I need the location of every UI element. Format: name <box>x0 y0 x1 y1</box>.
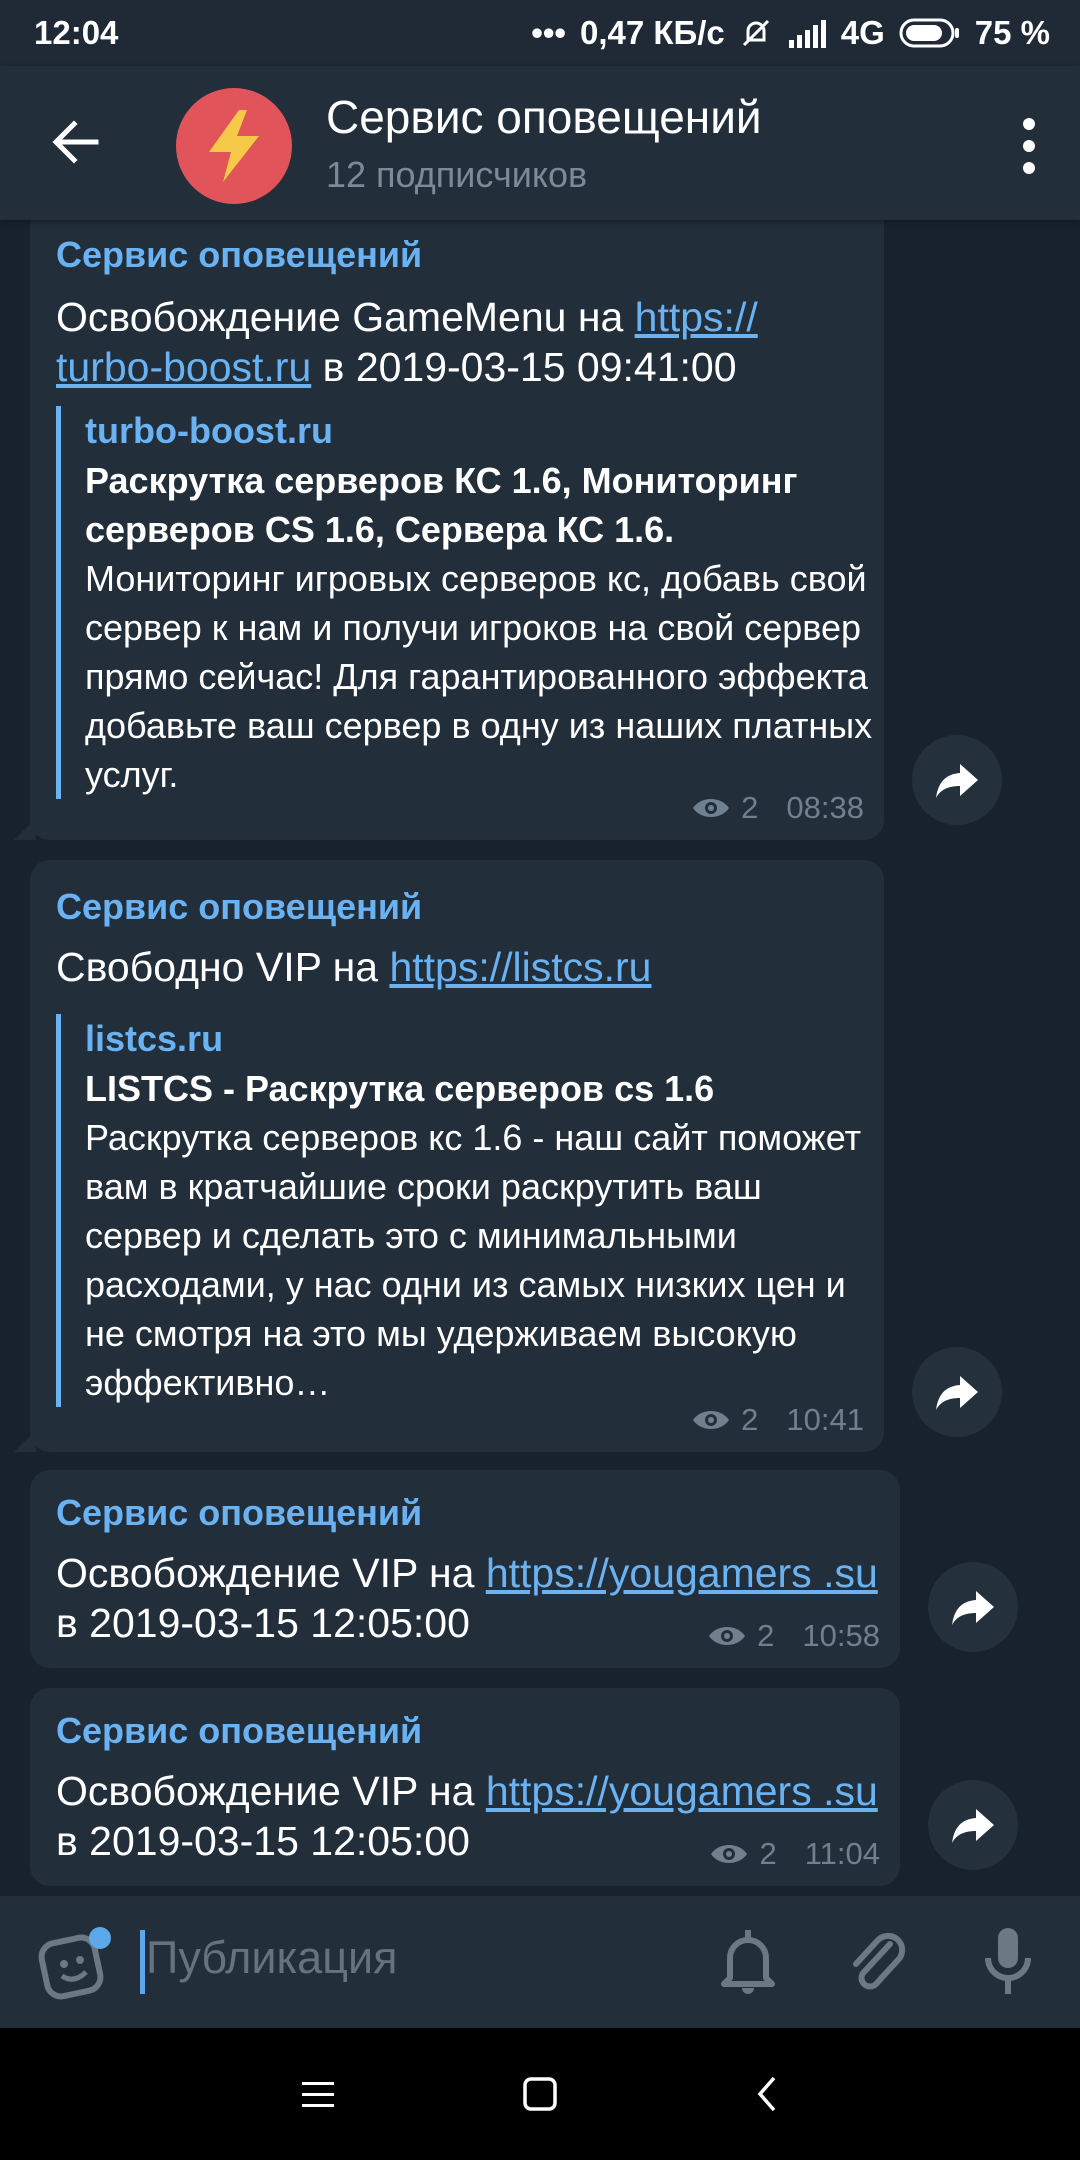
message-sender: Сервис оповещений <box>56 1492 423 1533</box>
message-time: 10:41 <box>786 1402 864 1437</box>
preview-site: listcs.ru <box>85 1018 224 1059</box>
message-bubble[interactable]: Сервис оповещений Освобождение VIP на ht… <box>30 1688 900 1886</box>
message-meta: 2 10:58 <box>707 1618 880 1654</box>
message-text: Освобождение GameMenu на https:// turbo-… <box>56 292 866 392</box>
square-icon[interactable] <box>520 2074 560 2114</box>
message-link[interactable]: https://listcs.ru <box>389 944 651 990</box>
paperclip-icon[interactable] <box>846 1926 910 1998</box>
system-nav-bar <box>0 2028 1080 2160</box>
forward-button[interactable] <box>928 1780 1018 1870</box>
channel-title[interactable]: Сервис оповещений <box>326 90 762 144</box>
forward-button[interactable] <box>912 735 1002 825</box>
view-count: 2 <box>759 1836 777 1871</box>
battery-icon <box>899 18 959 48</box>
message-text-part: Освобождение GameMenu на <box>56 294 635 340</box>
share-arrow-icon <box>952 1591 994 1625</box>
preview-title: Раскрутка серверов КС 1.6, Мониторинг се… <box>85 460 798 550</box>
link-preview[interactable]: turbo-boost.ru Раскрутка серверов КС 1.6… <box>56 406 875 799</box>
share-arrow-icon <box>952 1809 994 1843</box>
subscriber-count: 12 подписчиков <box>326 154 588 195</box>
chevron-left-icon[interactable] <box>748 2074 788 2114</box>
sticker-icon <box>38 1927 111 2000</box>
preview-description: Раскрутка серверов кс 1.6 - наш сайт пом… <box>85 1117 862 1403</box>
forward-button[interactable] <box>912 1347 1002 1437</box>
view-count: 2 <box>741 790 759 825</box>
eye-icon <box>711 1845 748 1863</box>
message-time: 11:04 <box>804 1836 880 1871</box>
message-sender: Сервис оповещений <box>56 886 423 927</box>
forward-button[interactable] <box>928 1562 1018 1652</box>
signal-icon <box>788 20 826 48</box>
bubble-tail <box>14 818 36 840</box>
message-bubble[interactable]: Сервис оповещений Свободно VIP на https:… <box>30 860 884 1452</box>
bubble-tail <box>14 1430 36 1452</box>
message-time: 10:58 <box>802 1618 880 1653</box>
message-input[interactable]: Публикация <box>146 1932 397 1984</box>
view-count: 2 <box>757 1618 775 1653</box>
message-text-part: Освобождение VIP на <box>56 1768 486 1814</box>
share-arrow-icon <box>936 1376 978 1410</box>
chat-header: Сервис оповещений 12 подписчиков <box>0 66 1080 220</box>
menu-lines-icon[interactable] <box>298 2074 338 2114</box>
status-battery: 75 % <box>974 14 1050 51</box>
message-link[interactable]: https://yougamers .su <box>486 1768 878 1814</box>
message-link[interactable]: https://yougamers .su <box>486 1550 878 1596</box>
message-time: 08:38 <box>786 790 864 825</box>
lightning-bolt-icon <box>209 110 259 182</box>
link-preview[interactable]: listcs.ru LISTCS - Раскрутка серверов cs… <box>56 1014 875 1407</box>
status-network: 4G <box>840 14 885 51</box>
preview-site: turbo-boost.ru <box>85 410 333 451</box>
eye-icon <box>693 799 730 817</box>
arrow-left-icon[interactable] <box>44 110 108 174</box>
message-sender: Сервис оповещений <box>56 234 423 275</box>
eye-icon <box>709 1627 746 1645</box>
message-meta: 2 11:04 <box>709 1836 880 1872</box>
message-meta: 2 10:41 <box>691 1402 864 1438</box>
sticker-button[interactable] <box>36 1926 116 2006</box>
status-speed: 0,47 КБ/с <box>579 14 725 51</box>
message-text-part: в 2019-03-15 12:05:00 <box>56 1600 470 1646</box>
share-arrow-icon <box>936 764 978 798</box>
more-vertical-icon[interactable] <box>1022 116 1036 176</box>
status-time: 12:04 <box>34 14 119 51</box>
message-input-bar: Публикация <box>0 1896 1080 2028</box>
channel-avatar[interactable] <box>176 88 292 204</box>
message-text: Свободно VIP на https://listcs.ru <box>56 942 866 992</box>
message-list[interactable]: Сервис оповещений Освобождение GameMenu … <box>0 220 1080 1896</box>
text-cursor <box>140 1930 145 1994</box>
message-meta: 2 08:38 <box>691 790 864 826</box>
mute-alarm-icon <box>742 19 769 47</box>
message-text-part: в 2019-03-15 09:41:00 <box>311 344 737 390</box>
microphone-icon[interactable] <box>976 1924 1040 2000</box>
message-text-part: Освобождение VIP на <box>56 1550 486 1596</box>
bell-icon[interactable] <box>716 1926 780 1998</box>
status-dots: ••• <box>531 14 566 51</box>
message-sender: Сервис оповещений <box>56 1710 423 1751</box>
preview-title: LISTCS - Раскрутка серверов cs 1.6 <box>85 1068 715 1109</box>
message-bubble[interactable]: Сервис оповещений Освобождение GameMenu … <box>30 220 884 840</box>
preview-description: Мониторинг игровых серверов кс, добавь с… <box>85 558 873 795</box>
view-count: 2 <box>741 1402 759 1437</box>
status-bar: 12:04 ••• 0,47 КБ/с 4G 75 % <box>0 0 1080 66</box>
eye-icon <box>693 1411 730 1429</box>
message-text-part: в 2019-03-15 12:05:00 <box>56 1818 470 1864</box>
message-bubble[interactable]: Сервис оповещений Освобождение VIP на ht… <box>30 1470 900 1668</box>
status-right: ••• 0,47 КБ/с 4G 75 % <box>531 14 1050 52</box>
message-text-part: Свободно VIP на <box>56 944 390 990</box>
